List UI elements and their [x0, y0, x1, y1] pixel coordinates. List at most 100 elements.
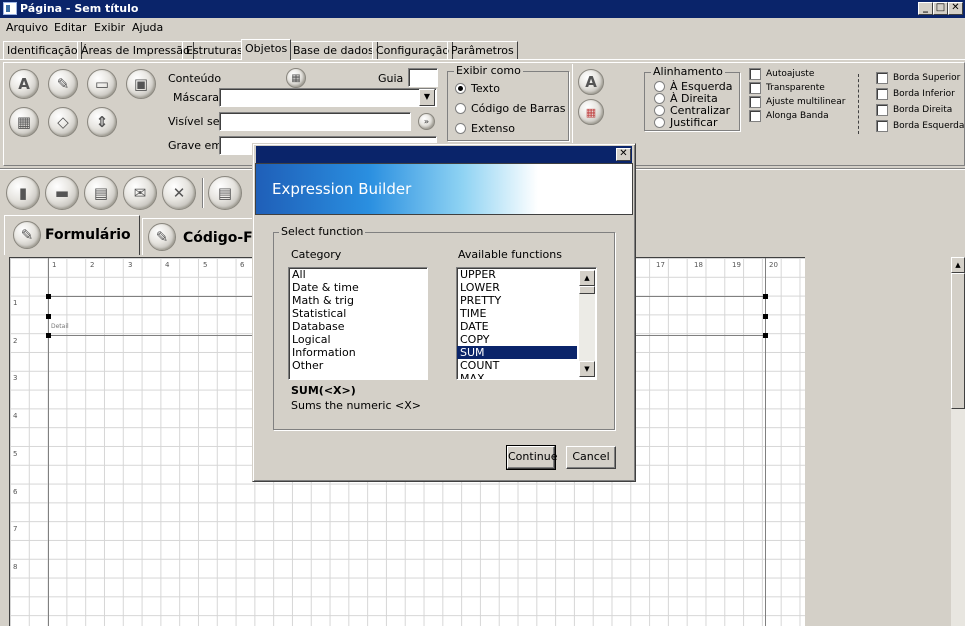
category-item[interactable]: Date & time [289, 281, 427, 294]
tab-parametros[interactable]: Parâmetros [447, 41, 518, 59]
function-item[interactable]: UPPER [457, 268, 596, 281]
color-button[interactable]: ▦ [578, 99, 604, 125]
menu-ajuda[interactable]: Ajuda [132, 21, 163, 34]
radio-codigo-barras-label: Código de Barras [471, 102, 566, 115]
cancel-button[interactable]: Cancel [566, 446, 616, 469]
function-item[interactable]: LOWER [457, 281, 596, 294]
folder-icon: ▬ [54, 184, 70, 202]
check-borda-inferior[interactable] [876, 88, 888, 100]
function-item[interactable]: COPY [457, 333, 596, 346]
scroll-up-icon[interactable]: ▲ [579, 270, 595, 286]
expression-button[interactable]: ▦ [286, 68, 306, 88]
print-button[interactable]: ▤ [208, 176, 242, 210]
new-file-button[interactable]: ▮ [6, 176, 40, 210]
category-item[interactable]: Other [289, 359, 427, 372]
tab-identificacao[interactable]: Identificação [3, 41, 82, 59]
selection-handle[interactable] [763, 333, 768, 338]
text-object-button[interactable]: A [9, 69, 39, 99]
check-ajuste-multilinear[interactable] [749, 96, 761, 108]
order-object-button[interactable]: ⇕ [87, 107, 117, 137]
visivel-label: Visível se [168, 115, 220, 128]
radio-codigo-barras[interactable] [455, 103, 466, 114]
visivel-expr-button[interactable]: » [418, 113, 435, 130]
check-autoajuste-label: Autoajuste [766, 69, 815, 79]
tab-formulario[interactable]: ✎ Formulário [4, 215, 140, 255]
radio-texto[interactable] [455, 83, 466, 94]
selection-handle[interactable] [46, 294, 51, 299]
image-object-button[interactable]: ▣ [126, 69, 156, 99]
tab-configuracao[interactable]: Configuração [372, 41, 454, 59]
radio-direita[interactable] [654, 93, 665, 104]
check-borda-superior-label: Borda Superior [893, 73, 961, 83]
selection-handle[interactable] [763, 314, 768, 319]
check-borda-superior[interactable] [876, 72, 888, 84]
mail-button[interactable]: ✉ [123, 176, 157, 210]
close-button[interactable]: ✕ [948, 2, 963, 15]
check-autoajuste[interactable] [749, 68, 761, 80]
font-button[interactable]: A [578, 69, 604, 95]
continue-button[interactable]: Continue [506, 445, 557, 470]
menu-editar[interactable]: Editar [54, 21, 87, 34]
mascara-field[interactable] [219, 88, 437, 107]
function-item[interactable]: TIME [457, 307, 596, 320]
selection-handle[interactable] [46, 314, 51, 319]
envelope-icon: ✉ [133, 184, 147, 202]
scroll-up-icon[interactable]: ▲ [951, 257, 965, 273]
category-item[interactable]: Information [289, 346, 427, 359]
letter-a-icon: A [18, 75, 30, 93]
tab-areas-impressao[interactable]: Áreas de Impressão [77, 41, 194, 59]
check-borda-direita[interactable] [876, 104, 888, 116]
tab-estruturas[interactable]: Estruturas [182, 41, 247, 59]
guia-field[interactable] [408, 68, 438, 87]
check-transparente[interactable] [749, 82, 761, 94]
shapes-object-button[interactable]: ◇ [48, 107, 78, 137]
functions-scrollbar[interactable]: ▲ ▼ [579, 270, 595, 377]
vertical-scrollbar[interactable]: ▲ [951, 257, 965, 626]
radio-justificar[interactable] [654, 117, 665, 128]
category-item[interactable]: Database [289, 320, 427, 333]
category-item[interactable]: All [289, 268, 427, 281]
visivel-field[interactable] [219, 112, 411, 131]
category-item[interactable]: Statistical [289, 307, 427, 320]
check-borda-inferior-label: Borda Inferior [893, 89, 955, 99]
minimize-button[interactable]: _ [918, 2, 933, 15]
select-function-legend: Select function [279, 225, 366, 238]
function-item[interactable]: MAX [457, 372, 596, 379]
dialog-close-button[interactable]: ✕ [616, 148, 631, 161]
check-alonga-banda[interactable] [749, 110, 761, 122]
up-down-arrows-icon: ⇕ [95, 113, 109, 131]
ruler-top-2: 2 [90, 261, 95, 269]
function-item[interactable]: COUNT [457, 359, 596, 372]
line-object-button[interactable]: ✎ [48, 69, 78, 99]
ruler-top-1: 1 [52, 261, 57, 269]
category-item[interactable]: Logical [289, 333, 427, 346]
scroll-thumb[interactable] [951, 273, 965, 409]
function-item[interactable]: DATE [457, 320, 596, 333]
maximize-button[interactable]: □ [933, 2, 948, 15]
radio-extenso[interactable] [455, 123, 466, 134]
menu-arquivo[interactable]: Arquivo [6, 21, 48, 34]
scroll-thumb[interactable] [579, 286, 595, 294]
save-button[interactable]: ▤ [84, 176, 118, 210]
mascara-dropdown[interactable]: ▼ [419, 89, 435, 106]
field-object-button[interactable]: ▭ [87, 69, 117, 99]
tab-objetos[interactable]: Objetos [241, 39, 292, 60]
radio-centralizar[interactable] [654, 105, 665, 116]
delete-button[interactable]: ✕ [162, 176, 196, 210]
menu-exibir[interactable]: Exibir [94, 21, 125, 34]
radio-esquerda[interactable] [654, 81, 665, 92]
selection-handle[interactable] [46, 333, 51, 338]
category-item[interactable]: Math & trig [289, 294, 427, 307]
function-item-selected[interactable]: SUM [457, 346, 577, 359]
scroll-down-icon[interactable]: ▼ [579, 361, 595, 377]
open-folder-button[interactable]: ▬ [45, 176, 79, 210]
functions-list[interactable]: UPPER LOWER PRETTY TIME DATE COPY SUM CO… [456, 267, 597, 380]
tab-codigo[interactable]: ✎ Código-F [142, 218, 262, 255]
calc-object-button[interactable]: ▦ [9, 107, 39, 137]
tab-base-dados[interactable]: Base de dados [289, 41, 378, 59]
check-borda-esquerda[interactable] [876, 120, 888, 132]
category-list[interactable]: All Date & time Math & trig Statistical … [288, 267, 428, 380]
selection-handle[interactable] [763, 294, 768, 299]
function-item[interactable]: PRETTY [457, 294, 596, 307]
ruler-top-3: 3 [128, 261, 133, 269]
